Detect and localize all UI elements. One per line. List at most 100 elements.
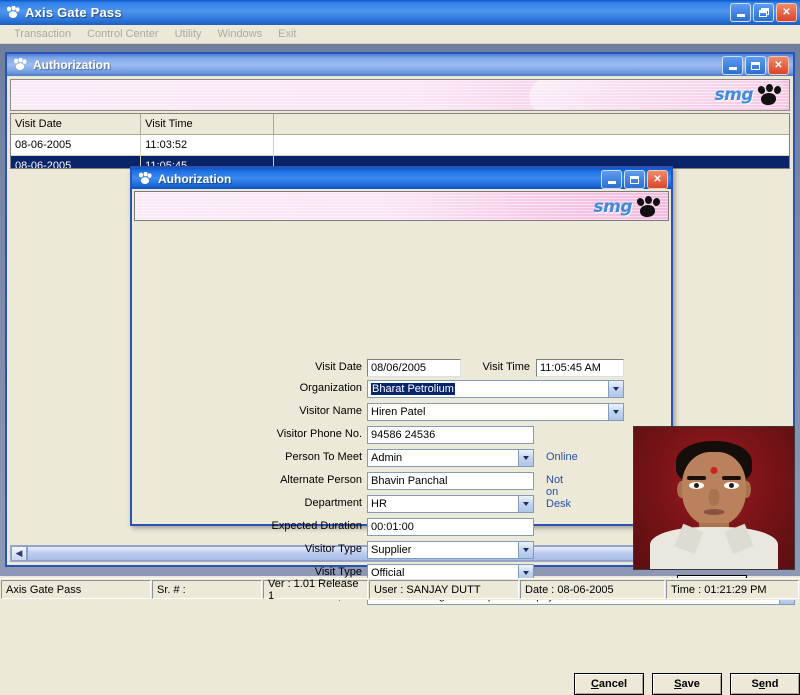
column-header-visit-date[interactable]: Visit Date [11, 114, 142, 135]
dialog-smg-logo-text: smg [593, 197, 632, 217]
dialog-close-button[interactable]: ✕ [647, 170, 668, 189]
statusbar: Axis Gate Pass Sr. # : Ver : 1.01 Releas… [0, 578, 800, 602]
dialog-body: Visit Date 08/06/2005 Visit Time 11:05:4… [134, 223, 800, 695]
menu-exit[interactable]: Exit [270, 27, 304, 41]
cancel-accel: C [590, 678, 599, 690]
visitor-type-value: Supplier [367, 541, 518, 559]
menu-transaction[interactable]: Transaction [6, 27, 79, 41]
status-panel-time: Time : 01:21:29 PM [666, 580, 799, 599]
alternate-person-input[interactable]: Bhavin Panchal [367, 472, 534, 490]
visitor-phone-input[interactable]: 94586 24536 [367, 426, 534, 444]
authorization-window-title: Authorization [33, 58, 111, 72]
dialog-window-icon [137, 171, 152, 186]
column-header-spacer [273, 114, 789, 135]
person-to-meet-value: Admin [367, 449, 518, 467]
visit-time-input[interactable]: 11:05:45 AM [536, 359, 624, 377]
dialog-titlebar: Auhorization ✕ [132, 168, 671, 189]
cancel-button[interactable]: Cancel [574, 673, 644, 695]
department-combobox[interactable]: HR [367, 495, 534, 513]
organization-dropdown-arrow-icon[interactable] [608, 380, 624, 398]
person-to-meet-combobox[interactable]: Admin [367, 449, 534, 467]
dialog-banner: smg [134, 191, 669, 221]
alternate-person-status: Not on Desk [546, 474, 572, 510]
dialog-paw-print-icon [634, 195, 661, 218]
status-panel-date: Date : 08-06-2005 [520, 580, 665, 599]
save-button[interactable]: Save [652, 673, 722, 695]
visitor-name-value: Hiren Patel [367, 403, 608, 421]
label-organization: Organization [299, 382, 362, 394]
visit-date-input[interactable]: 08/06/2005 [367, 359, 461, 377]
status-panel-user: User : SANJAY DUTT [369, 580, 519, 599]
visitor-type-dropdown-arrow-icon[interactable] [518, 541, 534, 559]
organization-value: Bharat Petrolium [371, 383, 455, 395]
authorization-titlebar: Authorization ✕ [7, 54, 793, 76]
main-window-controls: ✕ [730, 3, 797, 22]
dialog-window-controls: ✕ [601, 170, 668, 189]
label-visit-type: Visit Type [314, 566, 362, 578]
label-visitor-type: Visitor Type [304, 543, 362, 555]
authorization-close-button[interactable]: ✕ [768, 56, 789, 75]
dialog-title: Auhorization [158, 171, 232, 186]
label-visitor-name: Visitor Name [299, 405, 362, 417]
save-accel: S [674, 678, 682, 690]
app-title: Axis Gate Pass [25, 5, 122, 20]
authorization-maximize-button[interactable] [745, 56, 766, 75]
department-dropdown-arrow-icon[interactable] [518, 495, 534, 513]
app-logo-icon [5, 5, 20, 20]
auhorization-dialog: Auhorization ✕ smg Visit Date 08/06/2005… [130, 166, 800, 695]
visitor-name-combobox[interactable]: Hiren Patel [367, 403, 624, 421]
label-expected-duration: Expected Duration [271, 520, 363, 532]
label-person-to-meet: Person To Meet [285, 451, 362, 463]
authorization-grid-table: Visit Date Visit Time Visit Type Purpose… [11, 114, 789, 168]
smg-logo: smg [714, 83, 782, 106]
label-visit-time: Visit Time [482, 361, 530, 373]
minimize-button[interactable] [730, 3, 751, 22]
authorization-window-icon [12, 57, 27, 72]
cell-visit-date: 08-06-2005 [11, 134, 142, 156]
menubar: Transaction Control Center Utility Windo… [0, 25, 800, 44]
department-value: HR [367, 495, 518, 513]
person-to-meet-dropdown-arrow-icon[interactable] [518, 449, 534, 467]
organization-combobox[interactable]: Bharat Petrolium [367, 380, 624, 398]
save-label: ave [681, 678, 700, 690]
authorization-grid[interactable]: Visit Date Visit Time Visit Type Purpose… [10, 113, 790, 169]
status-panel-version: Ver : 1.01 Release 1 [263, 578, 368, 602]
main-titlebar: Axis Gate Pass ✕ [0, 0, 800, 25]
send-button[interactable]: Send [730, 673, 800, 695]
label-visit-date: Visit Date [315, 361, 362, 373]
restore-button[interactable] [753, 3, 774, 22]
paw-print-icon [755, 83, 782, 106]
close-button[interactable]: ✕ [776, 3, 797, 22]
expected-duration-input[interactable]: 00:01:00 [367, 518, 534, 536]
dialog-maximize-button[interactable] [624, 170, 645, 189]
cell-visit-date: 08-06-2005 [11, 155, 142, 168]
visitor-type-combobox[interactable]: Supplier [367, 541, 534, 559]
status-panel-serial: Sr. # : [152, 580, 262, 599]
mdi-client-area: Authorization ✕ smg Visit Date Visit Tim… [0, 44, 800, 695]
status-panel-app: Axis Gate Pass [1, 580, 151, 599]
smg-logo-text: smg [714, 85, 753, 105]
menu-utility[interactable]: Utility [167, 27, 210, 41]
table-row[interactable]: 08-06-2005 11:03:52 Official For Demo [11, 134, 789, 156]
column-header-visit-time[interactable]: Visit Time [140, 114, 275, 135]
menu-control-center[interactable]: Control Center [79, 27, 167, 41]
label-department: Department [304, 497, 362, 509]
grid-header-row: Visit Date Visit Time Visit Type Purpose [11, 114, 789, 135]
send-prefix: S [751, 678, 759, 690]
photo-shirt [650, 527, 778, 569]
visitor-photo [633, 426, 795, 570]
authorization-minimize-button[interactable] [722, 56, 743, 75]
cell-spacer [273, 134, 789, 156]
authorization-window-controls: ✕ [722, 56, 789, 75]
menu-windows[interactable]: Windows [210, 27, 271, 41]
label-alternate-person: Alternate Person [280, 474, 362, 486]
cell-visit-time: 11:03:52 [140, 134, 275, 156]
cancel-label: ancel [598, 678, 628, 690]
label-visitor-phone: Visitor Phone No. [276, 428, 362, 440]
visitor-name-dropdown-arrow-icon[interactable] [608, 403, 624, 421]
person-to-meet-status: Online [546, 451, 578, 463]
dialog-smg-logo: smg [593, 195, 661, 218]
dialog-minimize-button[interactable] [601, 170, 622, 189]
application-window: Axis Gate Pass ✕ Transaction Control Cen… [0, 0, 800, 695]
scroll-left-arrow-icon[interactable]: ◀ [11, 546, 27, 561]
